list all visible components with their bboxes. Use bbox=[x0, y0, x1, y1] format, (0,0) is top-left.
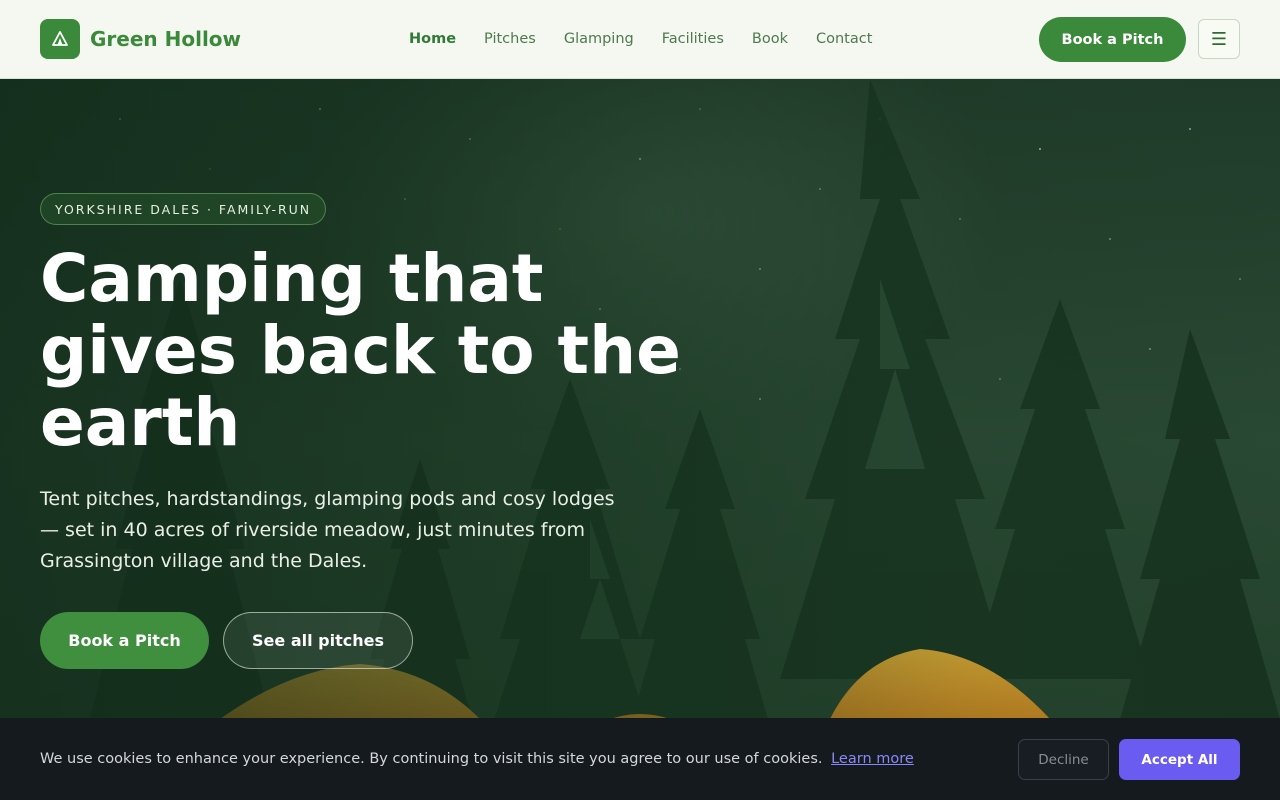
decline-button[interactable]: Decline bbox=[1018, 739, 1109, 780]
header-book-button[interactable]: Book a Pitch bbox=[1039, 17, 1186, 62]
nav-item-contact[interactable]: Contact bbox=[816, 31, 872, 47]
nav-item-glamping[interactable]: Glamping bbox=[564, 31, 634, 47]
nav-item-home[interactable]: Home bbox=[409, 31, 456, 47]
hero-description: Tent pitches, hardstandings, glamping po… bbox=[40, 488, 615, 572]
see-pitches-button[interactable]: See all pitches bbox=[223, 612, 413, 669]
hero-book-button[interactable]: Book a Pitch bbox=[40, 612, 209, 669]
site-header: Green Hollow Home Pitches Glamping Facil… bbox=[0, 0, 1280, 79]
brand-name: Green Hollow bbox=[90, 27, 242, 51]
hamburger-menu-icon: ☰ bbox=[1210, 28, 1228, 50]
brand[interactable]: Green Hollow bbox=[40, 19, 241, 59]
nav-item-facilities[interactable]: Facilities bbox=[662, 31, 724, 47]
accept-all-button[interactable]: Accept All bbox=[1119, 739, 1240, 780]
nav-item-book[interactable]: Book bbox=[752, 31, 788, 47]
hero-title: Camping that gives back to the earth bbox=[40, 240, 681, 461]
hero-eyebrow-badge: YORKSHIRE DALES · FAMILY-RUN bbox=[40, 193, 327, 225]
nav-item-pitches[interactable]: Pitches bbox=[484, 31, 536, 47]
cookie-text: We use cookies to enhance your experienc… bbox=[40, 751, 823, 767]
tent-icon bbox=[40, 19, 80, 59]
cookie-message: We use cookies to enhance your experienc… bbox=[40, 751, 914, 767]
learn-more-link[interactable]: Learn more bbox=[831, 751, 914, 767]
hero-section: YORKSHIRE DALES · FAMILY-RUN Camping tha… bbox=[0, 79, 1280, 800]
menu-button[interactable]: ☰ bbox=[1198, 19, 1240, 59]
cookie-banner: We use cookies to enhance your experienc… bbox=[0, 718, 1280, 800]
main-nav: Home Pitches Glamping Facilities Book Co… bbox=[409, 0, 872, 78]
